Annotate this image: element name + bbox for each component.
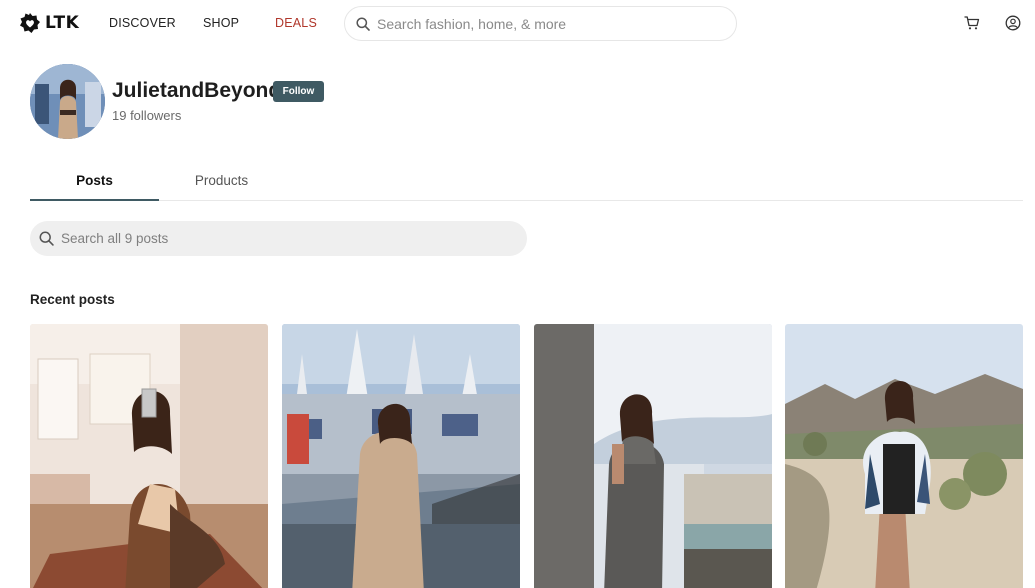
profile-name: JulietandBeyond [112,79,282,102]
tab-products[interactable]: Products [173,173,270,201]
profile-tabs: Posts Products [30,166,1023,201]
post-search-input[interactable] [61,231,501,246]
follower-count: 19 followers [112,108,182,123]
post-card-2[interactable] [282,324,520,588]
post-search[interactable] [30,221,527,256]
post-card-1[interactable] [30,324,268,588]
top-header: LTK DISCOVER SHOP DEALS [0,0,1035,46]
global-search[interactable] [344,6,737,41]
global-search-input[interactable] [377,15,717,32]
profile-avatar [30,64,105,139]
nav-discover[interactable]: DISCOVER [109,16,176,30]
search-icon [39,231,54,246]
brand-name: LTK [45,13,80,33]
follow-button[interactable]: Follow [273,81,324,102]
ltk-logo[interactable]: LTK [19,11,79,35]
recent-posts-heading: Recent posts [30,292,115,307]
tab-posts[interactable]: Posts [30,173,159,201]
search-icon [356,16,370,31]
post-card-3[interactable] [534,324,772,588]
ltk-logo-icon [20,13,40,33]
nav-shop[interactable]: SHOP [203,16,239,30]
post-card-4[interactable] [785,324,1023,588]
nav-deals[interactable]: DEALS [275,16,317,30]
account-icon[interactable] [1005,15,1021,31]
cart-icon[interactable] [964,15,980,31]
